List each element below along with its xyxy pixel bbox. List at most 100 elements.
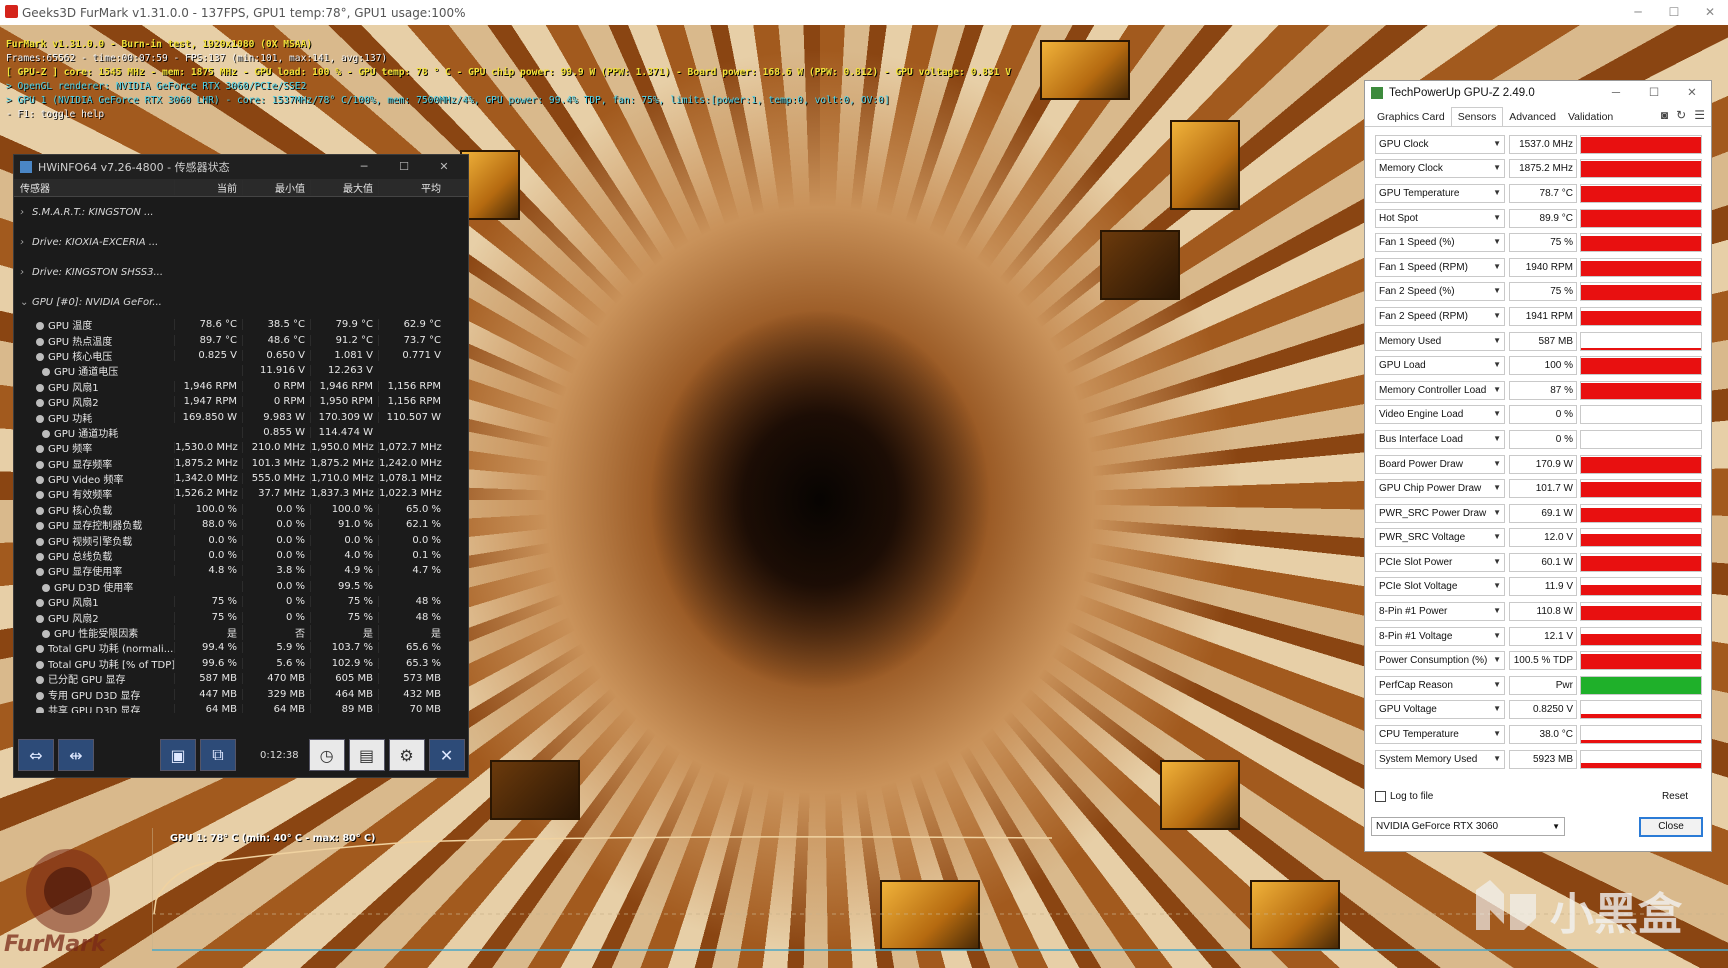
sensor-name-dropdown[interactable]: Fan 2 Speed (%) ▼ [1375,282,1505,302]
reset-button[interactable]: Reset [1647,787,1703,806]
sensor-row[interactable]: GPU 风扇1 75 % 0 % 75 % 48 % [14,594,468,609]
sensor-row[interactable]: GPU D3D 使用率 0.0 % 99.5 % [14,579,468,594]
sensor-name-dropdown[interactable]: Memory Used ▼ [1375,331,1505,351]
sensor-row[interactable]: GPU 热点温度 89.7 °C 48.6 °C 91.2 °C 73.7 °C [14,332,468,348]
sensor-row[interactable]: GPU 频率 1,530.0 MHz 210.0 MHz 1,950.0 MHz 1,0… [14,440,468,455]
sensor-group-row[interactable]: ⌄ GPU [#0]: NVIDIA GeFor... [14,287,468,317]
sensor-row[interactable]: GPU 风扇1 1,946 RPM 0 RPM 1,946 RPM 1,156 RPM [14,379,468,394]
sensor-row[interactable]: Total GPU 功耗 (normali... 99.4 % 5.9 % 103.7… [14,640,468,655]
sensor-row[interactable]: GPU 风扇2 75 % 0 % 75 % 48 % [14,609,468,625]
sensor-row[interactable]: 共享 GPU D3D 显存 64 MB 64 MB 89 MB 70 MB [14,702,468,713]
sensor-name-dropdown[interactable]: Fan 1 Speed (RPM) ▼ [1375,257,1505,277]
sensor-name-dropdown[interactable]: GPU Voltage ▼ [1375,700,1505,720]
maximize-icon[interactable]: ☐ [1635,81,1673,105]
tab-advanced[interactable]: Advanced [1503,108,1562,126]
minimize-icon[interactable]: ─ [344,155,384,179]
sensor-row[interactable]: Total GPU 功耗 [% of TDP] 99.6 % 5.6 % 102.9 … [14,656,468,671]
sensor-name-dropdown[interactable]: GPU Clock ▼ [1375,134,1505,154]
sensor-row[interactable]: GPU 通道功耗 0.855 W 114.474 W [14,425,468,440]
sensor-name-dropdown[interactable]: Fan 2 Speed (RPM) ▼ [1375,306,1505,326]
sensor-name-dropdown[interactable]: Video Engine Load ▼ [1375,405,1505,425]
sensor-name-dropdown[interactable]: GPU Chip Power Draw ▼ [1375,479,1505,499]
minimize-icon[interactable]: ─ [1620,0,1656,25]
sensor-name-dropdown[interactable]: Bus Interface Load ▼ [1375,429,1505,449]
close-icon[interactable]: ✕ [1692,0,1728,25]
sensor-row[interactable]: GPU 显存使用率 4.8 % 3.8 % 4.9 % 4.7 % [14,563,468,578]
sensor-name-dropdown[interactable]: CPU Temperature ▼ [1375,725,1505,745]
sensor-row[interactable]: 已分配 GPU 显存 587 MB 470 MB 605 MB 573 MB [14,671,468,686]
tab-validation[interactable]: Validation [1562,108,1619,126]
minimize-icon[interactable]: ─ [1597,81,1635,105]
sensor-row[interactable]: GPU 有效频率 1,526.2 MHz 37.7 MHz 1,837.3 MHz 1,… [14,486,468,501]
sensor-name-dropdown[interactable]: PWR_SRC Power Draw ▼ [1375,503,1505,523]
sensor-name-dropdown[interactable]: 8-Pin #1 Power ▼ [1375,602,1505,622]
sensor-min-value: 0.855 W [242,426,310,438]
gpuz-title-bar[interactable]: TechPowerUp GPU-Z 2.49.0 ─ ☐ ✕ [1365,81,1711,105]
sensor-name-dropdown[interactable]: GPU Temperature ▼ [1375,183,1505,203]
close-icon[interactable]: ✕ [428,739,465,771]
sensor-name-dropdown[interactable]: PCIe Slot Power ▼ [1375,552,1505,572]
log-file-icon[interactable]: ▤ [348,739,385,771]
maximize-icon[interactable]: ☐ [384,155,424,179]
sensor-name-dropdown[interactable]: PCIe Slot Voltage ▼ [1375,577,1505,597]
maximize-icon[interactable]: ☐ [1656,0,1692,25]
sensor-row[interactable]: GPU 性能受限因素是否是是 [14,625,468,640]
refresh-icon[interactable]: ↻ [1676,108,1686,122]
sensor-row[interactable]: GPU 总线负载 0.0 % 0.0 % 4.0 % 0.1 % [14,548,468,563]
furmark-title-bar[interactable]: Geeks3D FurMark v1.31.0.0 - 137FPS, GPU1… [0,0,1728,25]
gear-icon[interactable]: ⚙ [388,739,425,771]
sensor-row[interactable]: GPU 显存频率 1,875.2 MHz 101.3 MHz 1,875.2 MHz 1… [14,456,468,471]
column-header[interactable]: 当前 [174,180,242,195]
sensor-group-row[interactable]: › S.M.A.R.T.: KINGSTON ... [14,197,468,227]
collapse-columns-icon[interactable]: ⇹ [58,739,94,771]
sensor-name-dropdown[interactable]: System Memory Used ▼ [1375,749,1505,769]
sensor-row[interactable]: GPU 视频引擎负载 0.0 % 0.0 % 0.0 % 0.0 % [14,532,468,548]
sensor-row[interactable]: GPU 温度 78.6 °C 38.5 °C 79.9 °C 62.9 °C [14,317,468,332]
gpuz-window[interactable]: TechPowerUp GPU-Z 2.49.0 ─ ☐ ✕ Graphics … [1364,80,1712,852]
sensor-name-dropdown[interactable]: Memory Clock ▼ [1375,159,1505,179]
column-header[interactable]: 传感器 [14,180,174,195]
tab-graphics-card[interactable]: Graphics Card [1371,108,1451,126]
sensor-icon [36,691,44,700]
sensor-max-value: 1,950 RPM [310,396,378,408]
menu-icon[interactable]: ☰ [1694,108,1705,122]
sensor-name-dropdown[interactable]: PerfCap Reason ▼ [1375,675,1505,695]
sensor-name-dropdown[interactable]: Hot Spot ▼ [1375,208,1505,228]
column-header[interactable]: 最小值 [242,180,310,195]
sensor-group-row[interactable]: › Drive: KIOXIA-EXCERIA ... [14,227,468,257]
camera-icon[interactable]: ◙ [1661,108,1668,122]
sensor-name-dropdown[interactable]: PWR_SRC Voltage ▼ [1375,528,1505,548]
sensor-row[interactable]: GPU 风扇2 1,947 RPM 0 RPM 1,950 RPM 1,156 RPM [14,394,468,409]
sensor-row[interactable]: GPU 通道电压 11.916 V 12.263 V [14,363,468,378]
log-to-file-option[interactable]: Log to file [1375,791,1433,802]
clock-icon[interactable]: ◷ [308,739,345,771]
tab-sensors[interactable]: Sensors [1450,107,1504,126]
sensor-name-dropdown[interactable]: Memory Controller Load ▼ [1375,380,1505,400]
chevron-right-icon[interactable]: › [20,207,32,218]
sensor-name-dropdown[interactable]: Board Power Draw ▼ [1375,454,1505,474]
network-icon[interactable]: ⧉ [200,739,236,771]
sensor-group-row[interactable]: › Drive: KINGSTON SHSS3... [14,257,468,287]
sensor-row[interactable]: GPU 显存控制器负载 88.0 % 0.0 % 91.0 % 62.1 % [14,517,468,532]
expand-columns-icon[interactable]: ⇔ [18,739,54,771]
column-header[interactable]: 平均 [378,180,446,195]
sensor-name-dropdown[interactable]: 8-Pin #1 Voltage ▼ [1375,626,1505,646]
sensor-row[interactable]: GPU Video 频率 1,342.0 MHz 555.0 MHz 1,710.0 … [14,471,468,486]
sensor-row[interactable]: GPU 核心电压 0.825 V 0.650 V 1.081 V 0.771 V [14,348,468,363]
sensor-row[interactable]: 专用 GPU D3D 显存 447 MB 329 MB 464 MB 432 MB [14,686,468,702]
close-icon[interactable]: ✕ [1673,81,1711,105]
chevron-right-icon[interactable]: › [20,237,32,248]
sensor-row[interactable]: GPU 核心负载 100.0 % 0.0 % 100.0 % 65.0 % [14,502,468,517]
sensor-name-dropdown[interactable]: Power Consumption (%) ▼ [1375,651,1505,671]
chevron-right-icon[interactable]: › [20,267,32,278]
log-to-file-checkbox[interactable] [1375,791,1386,802]
monitor-icon[interactable]: ▣ [160,739,196,771]
close-icon[interactable]: ✕ [424,155,464,179]
sensor-name-dropdown[interactable]: GPU Load ▼ [1375,356,1505,376]
hwinfo-window[interactable]: HWiNFO64 v7.26-4800 - 传感器状态 ─ ☐ ✕ 传感器 当前… [13,154,469,778]
sensor-name-dropdown[interactable]: Fan 1 Speed (%) ▼ [1375,233,1505,253]
hwinfo-title-bar[interactable]: HWiNFO64 v7.26-4800 - 传感器状态 ─ ☐ ✕ [14,155,468,179]
sensor-row[interactable]: GPU 功耗 169.850 W 9.983 W 170.309 W 110.507 W [14,409,468,425]
chevron-down-icon[interactable]: ⌄ [20,297,32,308]
column-header[interactable]: 最大值 [310,180,378,195]
